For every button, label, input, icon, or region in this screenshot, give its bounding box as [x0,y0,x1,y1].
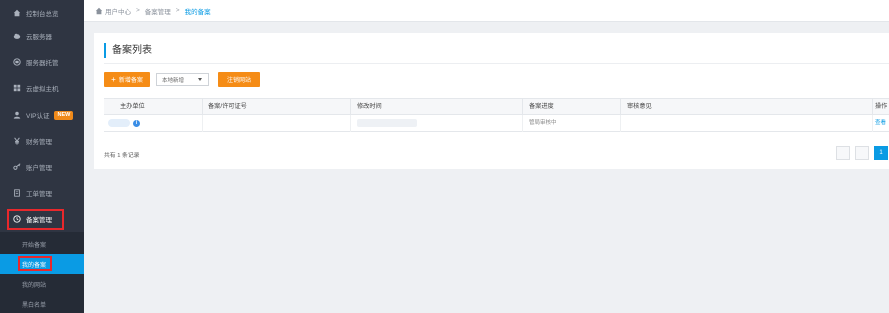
select-value: 本地新增 [162,77,185,84]
total-records: 共有 1 条记录 [104,153,140,159]
modified-cell [350,115,522,132]
column-header: 修改时间 [350,99,522,116]
highlight-box [18,256,52,271]
submenu-label: 我的网站 [22,282,47,289]
sidebar-item-cloud-server[interactable]: 云服务器 [0,23,84,49]
column-header: 备案进度 [522,99,620,116]
cloud-icon [12,32,21,41]
sidebar-item-label: 服务器托管 [26,60,59,67]
home-icon [95,7,103,15]
column-header: 备案/许可证号 [202,99,350,116]
key-icon [12,163,21,172]
sidebar-item-label: 云服务器 [26,34,52,41]
new-badge: NEW [54,110,74,120]
add-filing-button[interactable]: + 新增备案 [104,72,150,87]
sidebar-item-label: 账户管理 [26,165,52,172]
column-header: 操作 [872,99,889,116]
unit-cell: i [104,115,202,132]
user-icon [12,111,21,120]
license-cell [202,115,350,132]
filing-type-select[interactable]: 本地新增 [156,73,209,86]
sidebar-item-ticket[interactable]: 工单管理 [0,180,84,206]
column-header: 主办单位 [120,103,145,110]
sidebar-item-label: 财务管理 [26,139,52,146]
sidebar-item-label: 控制台总览 [26,11,59,18]
info-icon[interactable]: i [133,120,140,127]
breadcrumb-current: 我的备案 [184,8,211,16]
filing-list-panel: 备案列表 + 新增备案 本地新增 注销网站 主办单位 备案/许可证号 修改时间 … [94,33,889,169]
submenu-my-websites[interactable]: 我的网站 [0,274,84,294]
redacted-text [357,119,417,127]
submenu-label: 黑白名单 [22,302,47,309]
sidebar-item-virtual-host[interactable]: 云虚拟主机 [0,75,84,101]
submenu-start-filing[interactable]: 开始备案 [0,234,84,254]
column-header: 审核意见 [620,99,872,116]
cancel-website-button[interactable]: 注销网站 [218,72,260,87]
sidebar-item-hosting[interactable]: 服务器托管 [0,49,84,75]
cancel-website-label: 注销网站 [226,78,251,84]
server-icon [12,58,21,67]
dashboard-icon [12,9,21,18]
progress-cell: 管局审核中 [522,115,620,132]
pager-page[interactable]: 1 [874,146,888,160]
action-cell: 查看 [872,115,889,132]
pager-prev[interactable] [855,146,869,160]
breadcrumb-section[interactable]: 备案管理 [145,6,171,16]
breadcrumb-home[interactable]: 用户中心 [105,6,131,16]
chevron-down-icon [198,78,202,81]
sidebar-item-label: 云虚拟主机 [26,86,59,93]
redacted-text [108,119,130,127]
opinion-cell [620,115,872,132]
breadcrumb-separator: > [136,7,140,14]
breadcrumb: 用户中心 > 备案管理 > 我的备案 [84,0,889,22]
view-link[interactable]: 查看 [875,120,886,126]
table-header: 主办单位 备案/许可证号 修改时间 备案进度 审核意见 操作 [104,98,889,116]
highlight-box [7,209,64,230]
sidebar-item-label: 工单管理 [26,191,52,198]
breadcrumb-separator: > [175,7,180,14]
add-filing-label: 新增备案 [118,78,143,84]
table-row: i 管局审核中 查看 [104,115,889,132]
plus-icon: + [111,74,116,84]
yen-icon [12,137,21,146]
document-icon [12,189,21,198]
page-title: 备案列表 [104,43,152,58]
sidebar-item-account[interactable]: 账户管理 [0,154,84,180]
pager-first[interactable] [836,146,850,160]
sidebar-item-finance[interactable]: 财务管理 [0,128,84,154]
submenu-label: 开始备案 [22,242,47,249]
divider [104,63,889,64]
sidebar-item-label: VIP认证 [26,113,50,120]
sidebar: 控制台总览 云服务器 服务器托管 云虚拟主机 VIP认证 NEW 财务管理 账户… [0,0,84,313]
grid-icon [12,84,21,93]
sidebar-item-vip[interactable]: VIP认证 NEW [0,102,84,128]
submenu-blacklist[interactable]: 黑白名单 [0,294,84,313]
